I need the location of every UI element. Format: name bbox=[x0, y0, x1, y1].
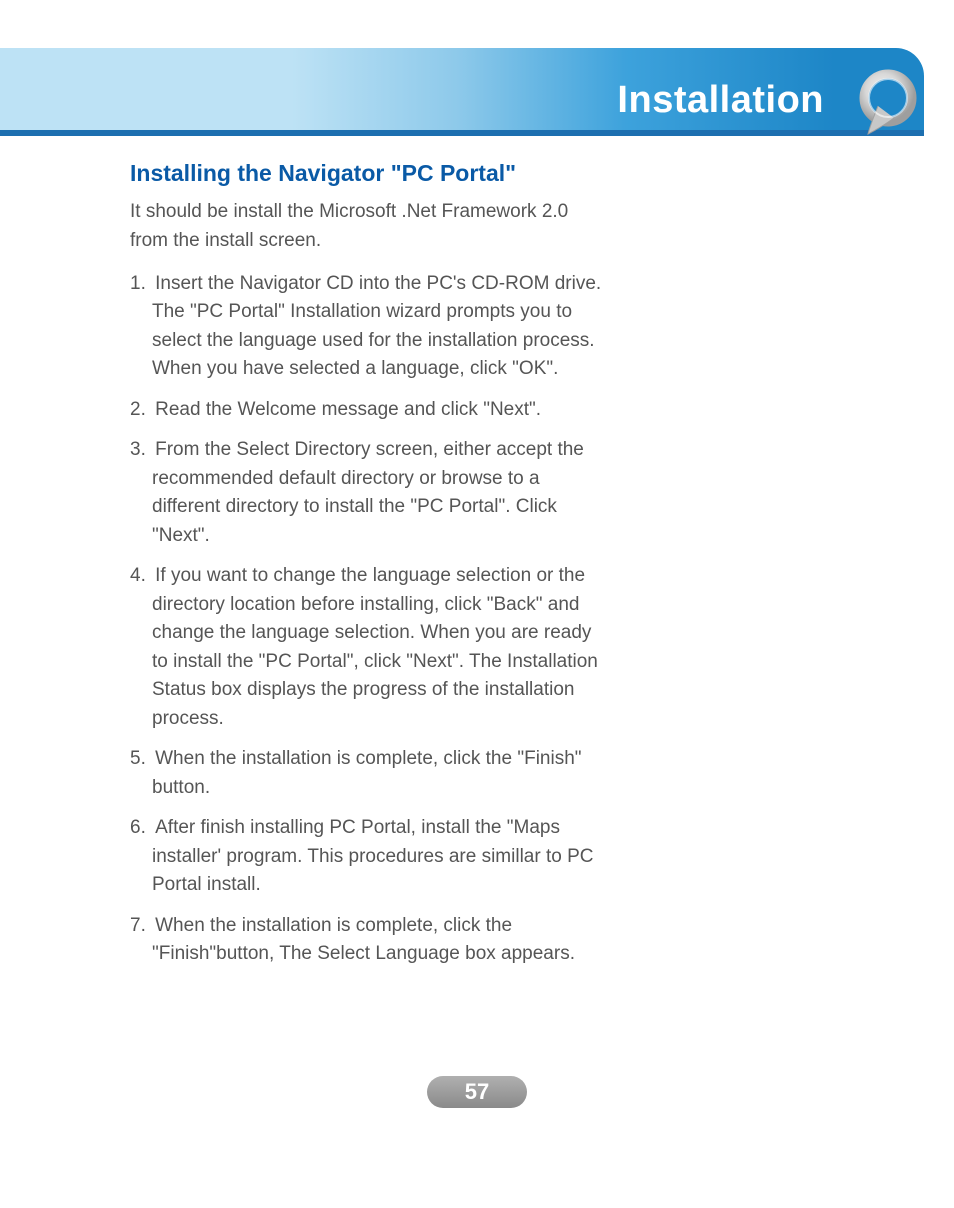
section-heading: Installing the Navigator "PC Portal" bbox=[130, 160, 610, 187]
step-text: Insert the Navigator CD into the PC's CD… bbox=[152, 273, 601, 380]
step-text: When the installation is complete, click… bbox=[152, 748, 582, 798]
intro-text: It should be install the Microsoft .Net … bbox=[130, 197, 610, 256]
header-gradient: Installation bbox=[0, 48, 834, 136]
step-item: 1. Insert the Navigator CD into the PC's… bbox=[130, 270, 610, 384]
step-item: 4. If you want to change the language se… bbox=[130, 562, 610, 733]
page-number-badge: 57 bbox=[427, 1076, 527, 1108]
step-text: From the Select Directory screen, either… bbox=[152, 439, 584, 546]
step-item: 3. From the Select Directory screen, eit… bbox=[130, 436, 610, 550]
step-text: If you want to change the language selec… bbox=[152, 565, 598, 729]
chapter-title: Installation bbox=[617, 79, 824, 122]
page-number: 57 bbox=[465, 1079, 489, 1105]
header-band: Installation bbox=[0, 48, 924, 136]
step-text: When the installation is complete, click… bbox=[152, 915, 575, 965]
step-item: 5. When the installation is complete, cl… bbox=[130, 745, 610, 802]
power-icon bbox=[852, 68, 924, 140]
step-text: Read the Welcome message and click "Next… bbox=[155, 399, 541, 420]
step-item: 7. When the installation is complete, cl… bbox=[130, 912, 610, 969]
content-area: Installing the Navigator "PC Portal" It … bbox=[130, 160, 610, 981]
step-text: After finish installing PC Portal, insta… bbox=[152, 817, 594, 895]
step-item: 6. After finish installing PC Portal, in… bbox=[130, 814, 610, 900]
step-item: 2. Read the Welcome message and click "N… bbox=[130, 396, 610, 425]
